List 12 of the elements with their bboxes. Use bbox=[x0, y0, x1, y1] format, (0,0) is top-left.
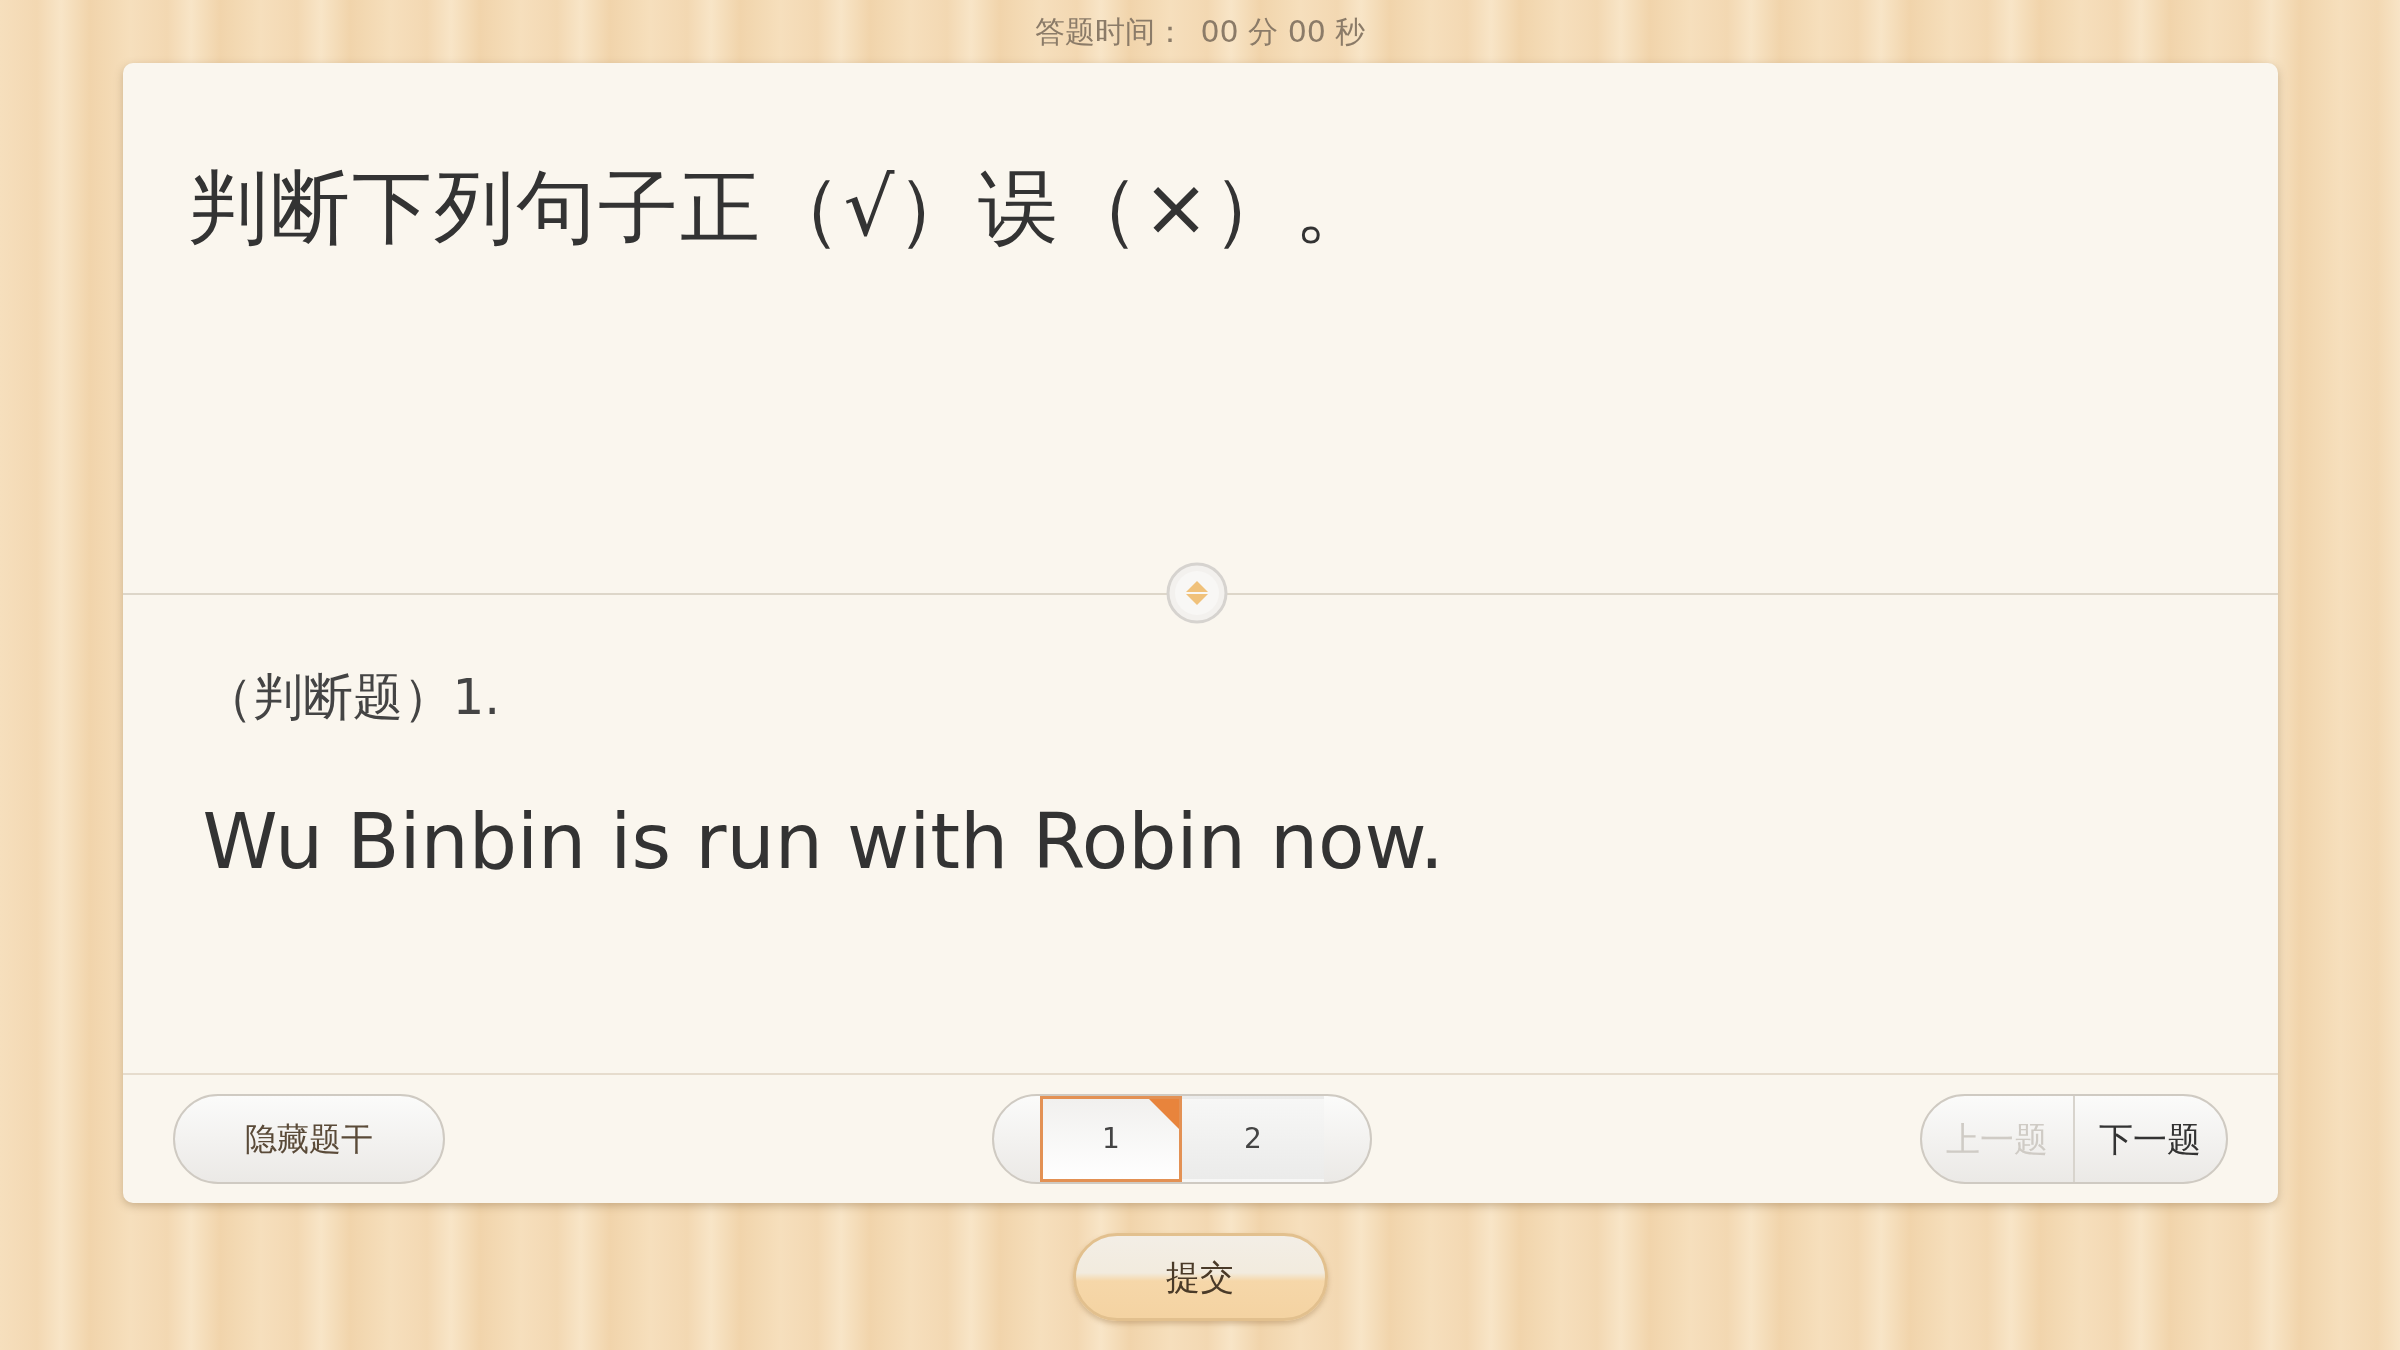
question-stem: 判断下列句子正（√）误（×）。 bbox=[187, 160, 1377, 256]
submit-button[interactable]: 提交 bbox=[1072, 1233, 1328, 1321]
hide-stem-button[interactable]: 隐藏题干 bbox=[172, 1094, 445, 1184]
page-button[interactable]: 2 bbox=[1182, 1096, 1324, 1182]
timer-label: 答题时间： bbox=[1034, 13, 1185, 51]
page-button[interactable]: 1 bbox=[1040, 1096, 1182, 1182]
corner-flag-icon bbox=[1149, 1099, 1179, 1129]
question-type-label: （判断题）1. bbox=[202, 667, 502, 728]
collapse-handle[interactable] bbox=[1164, 561, 1229, 625]
question-text: Wu Binbin is run with Robin now. bbox=[202, 796, 1445, 888]
next-button[interactable]: 下一题 bbox=[2074, 1096, 2226, 1182]
timer-value: 00 分 00 秒 bbox=[1200, 13, 1366, 51]
